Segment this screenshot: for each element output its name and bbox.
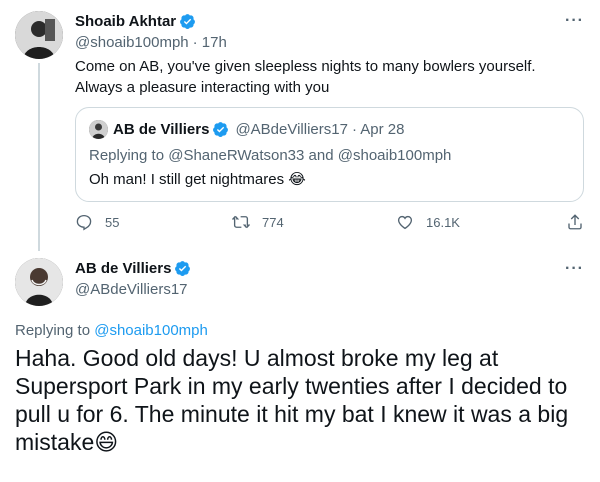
quoted-replying-to: Replying to @ShaneRWatson33 and @shoaib1…	[89, 145, 451, 166]
tweet-time[interactable]: · 17h	[193, 34, 227, 51]
replying-and: and	[308, 147, 334, 164]
reply-icon	[76, 214, 92, 231]
like-count: 16.1K	[426, 214, 460, 230]
verified-badge-icon	[175, 261, 191, 277]
replying-user-link[interactable]: @shoaib100mph	[338, 147, 452, 164]
tweet-text-line-1: Come on AB, you've given sleepless night…	[75, 58, 536, 75]
quoted-author-avatar	[89, 120, 108, 139]
shoaib-handle-row: @shoaib100mph · 17h	[75, 34, 227, 51]
like-icon	[397, 215, 413, 230]
author-name[interactable]: AB de Villiers	[75, 260, 171, 277]
ab-handle-row: @ABdeVilliers17	[75, 281, 188, 298]
reply-button[interactable]: 55	[75, 213, 119, 231]
verified-badge-icon	[213, 122, 229, 138]
thread-line	[38, 63, 40, 251]
replying-label: Replying to	[15, 322, 91, 339]
author-handle[interactable]: @ABdeVilliers17	[75, 281, 188, 298]
retweet-icon	[232, 215, 250, 229]
quoted-name-row: AB de Villiers @ABdeVilliers17 · Apr 28	[113, 121, 404, 138]
reply-count: 55	[105, 214, 120, 230]
more-icon[interactable]: ···	[565, 260, 584, 278]
share-icon	[568, 214, 582, 230]
quoted-tweet-text: Oh man! I still get nightmares 😂	[89, 171, 306, 188]
tweet-text-line-2: Always a pleasure interacting with you	[75, 79, 330, 96]
author-handle[interactable]: @shoaib100mph	[75, 34, 189, 51]
replying-user-link[interactable]: @shoaib100mph	[94, 322, 208, 339]
replying-to: Replying to @shoaib100mph	[15, 322, 208, 339]
ab-name-row: AB de Villiers	[75, 260, 191, 277]
more-icon[interactable]: ···	[565, 12, 584, 30]
quoted-author-name: AB de Villiers	[113, 121, 210, 138]
avatar-shoaib[interactable]	[15, 11, 63, 59]
shoaib-name-row: Shoaib Akhtar	[75, 13, 196, 30]
retweet-button[interactable]: 774	[232, 213, 284, 231]
replying-label: Replying to	[89, 147, 165, 164]
verified-badge-icon	[180, 14, 196, 30]
replying-user-link[interactable]: @ShaneRWatson33	[168, 147, 304, 164]
reply-text: Haha. Good old days! U almost broke my l…	[15, 345, 569, 455]
avatar-ab[interactable]	[15, 258, 63, 306]
retweet-count: 774	[262, 214, 284, 230]
author-name[interactable]: Shoaib Akhtar	[75, 13, 176, 30]
quoted-tweet-date: · Apr 28	[351, 121, 405, 138]
like-button[interactable]: 16.1K	[396, 213, 460, 231]
quoted-author-handle: @ABdeVilliers17	[235, 121, 348, 138]
share-button[interactable]	[566, 213, 584, 231]
